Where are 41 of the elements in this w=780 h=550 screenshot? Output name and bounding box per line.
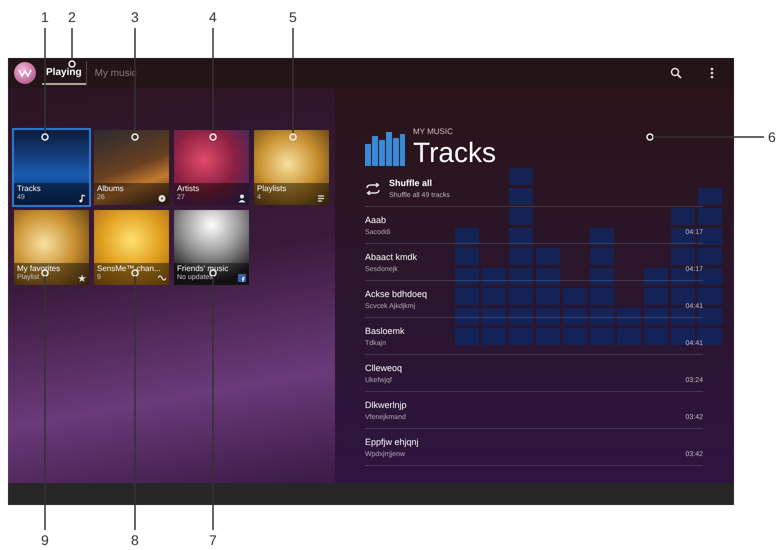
track-title: Eppfjw ehjqnj [365,436,419,449]
track-title: Abaact kmdk [365,251,418,264]
tile-title: Tracks [17,184,42,194]
person-icon [238,194,246,203]
callout-number: 1 [41,10,49,24]
leader-line [68,28,76,68]
search-icon[interactable] [670,67,682,79]
tile-title: Albums [97,184,125,194]
track-title: Dlkwerlnjp [365,399,407,412]
wave-icon [158,274,166,283]
tracks-equalizer-icon [365,130,405,166]
tab[interactable]: Playing [42,61,86,85]
shuffle-icon [365,183,381,195]
tile-title: Playlists [257,184,288,194]
overflow-menu-icon[interactable] [710,67,714,79]
tile-title: Artists [177,184,200,194]
track-title: Ackse bdhdoeq [365,288,428,301]
callout-number: 9 [41,533,49,547]
callout-number: 4 [209,10,217,24]
disc-icon [158,194,166,203]
track-title: Aaab [365,214,388,227]
callout-number: 2 [68,10,76,24]
section-title: Tracks [413,139,496,167]
callout-number: 7 [209,533,217,547]
track-title: Basloemk [365,325,405,338]
callout-number: 5 [289,10,297,24]
track-title: Clleweoq [365,362,402,375]
app-logo-icon[interactable] [14,62,36,84]
callout-number: 8 [131,533,139,547]
shuffle-title: Shuffle all [389,177,434,190]
star-icon [78,274,86,283]
callout-number: 3 [131,10,139,24]
tile-title: My favorites [17,264,62,274]
section-overline: MY MUSIC [413,128,454,136]
tile-title: SensMe™ chan... [97,264,162,274]
tile-title: Friends' music [177,264,230,274]
callout-number: 6 [768,130,776,144]
list-icon [318,194,326,203]
note-icon [78,194,86,203]
tab[interactable]: My music [86,61,145,85]
social-icon [238,274,246,283]
